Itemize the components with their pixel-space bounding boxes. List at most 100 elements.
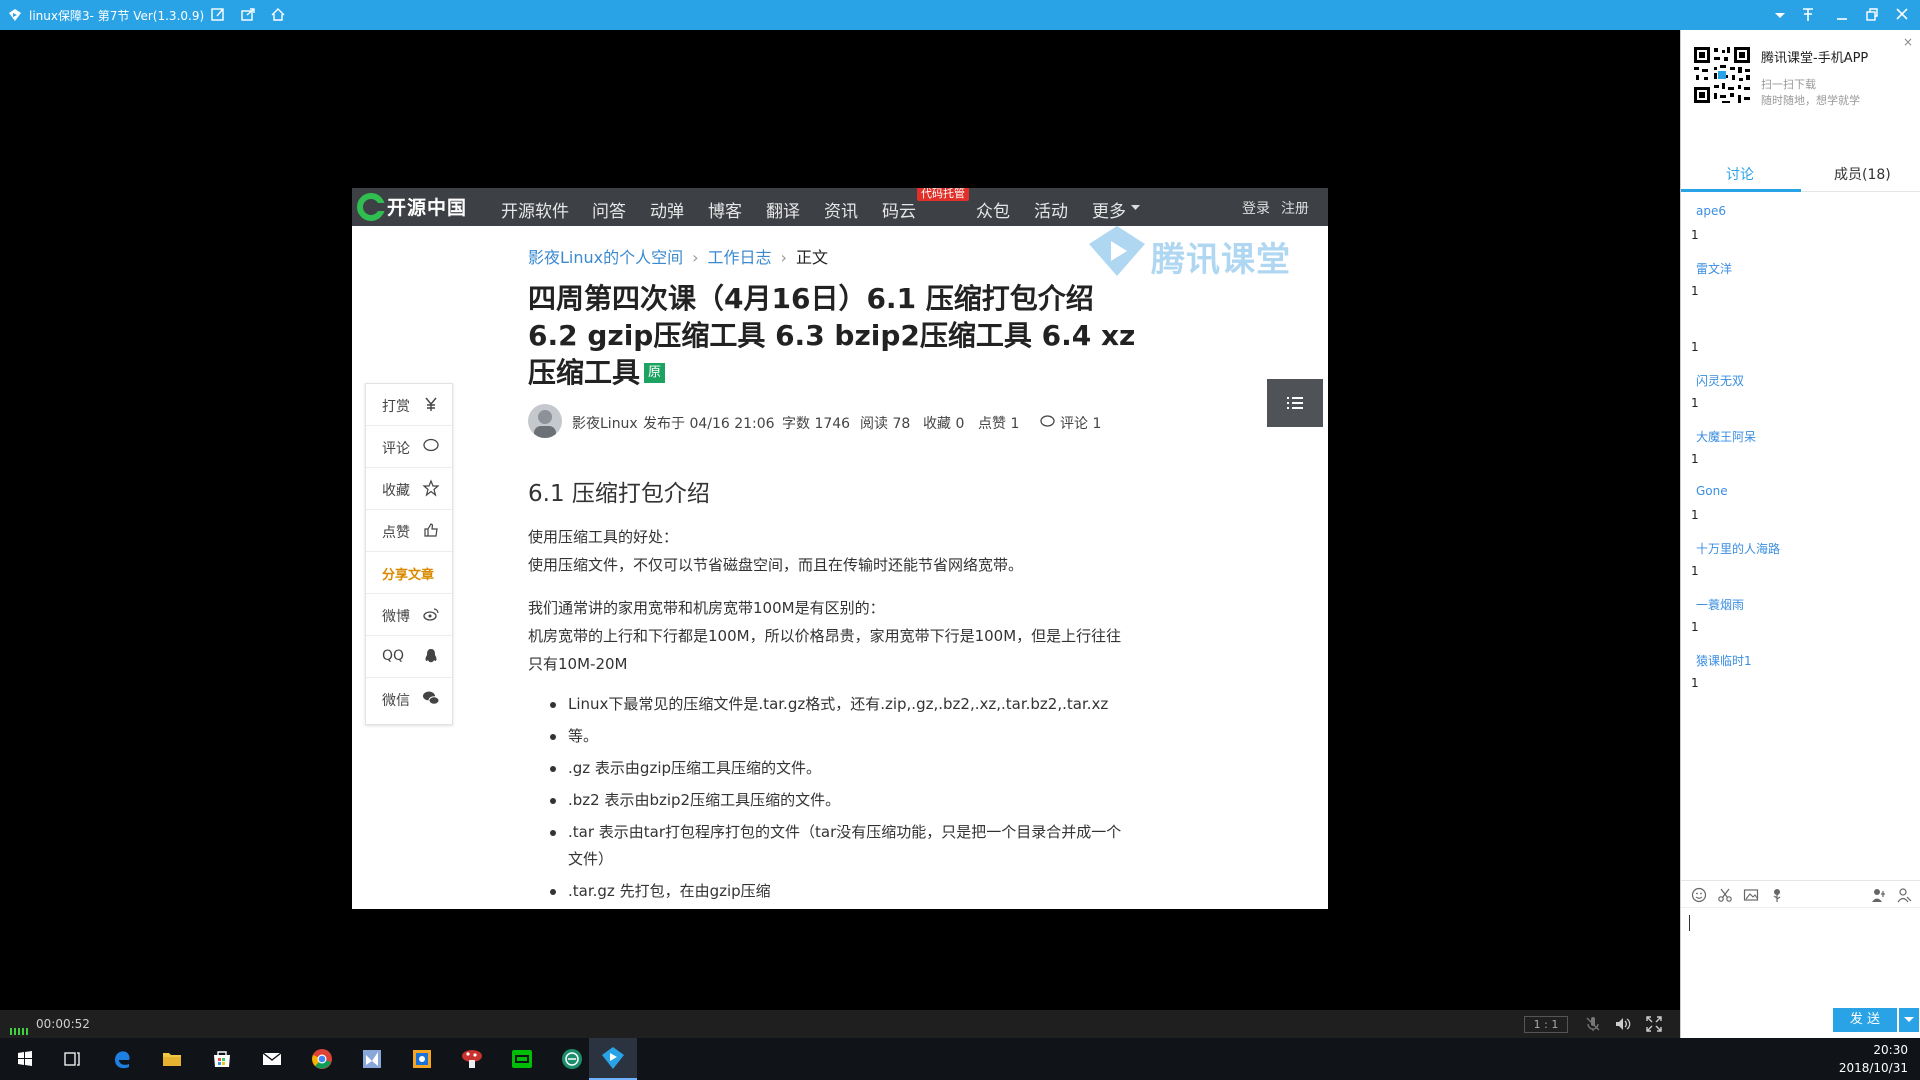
nav-item[interactable]: 动弹 <box>650 197 684 222</box>
windows-start-icon[interactable] <box>10 1044 40 1074</box>
send-options-button[interactable] <box>1899 1008 1919 1032</box>
watermark: 腾讯课堂 <box>1087 224 1307 280</box>
app-icon[interactable] <box>557 1044 587 1074</box>
qq-label: QQ <box>382 648 405 664</box>
nav-item[interactable]: 众包 <box>976 197 1010 222</box>
nav-item[interactable]: 博客 <box>708 197 742 222</box>
tencent-classroom-icon <box>602 1047 624 1069</box>
site-brand[interactable]: 开源中国 <box>387 193 467 220</box>
emoji-icon[interactable] <box>1691 887 1707 903</box>
nav-item[interactable]: 问答 <box>592 197 626 222</box>
iqiyi-icon[interactable] <box>507 1044 537 1074</box>
share-icon[interactable] <box>239 6 257 24</box>
thumbs-up-icon <box>424 523 438 537</box>
microphone-muted-icon[interactable] <box>1584 1015 1602 1033</box>
avatar[interactable] <box>528 404 562 438</box>
scissors-icon[interactable] <box>1717 887 1733 903</box>
chat-message: 1 <box>1681 316 1920 372</box>
fullscreen-icon[interactable] <box>1645 1015 1663 1033</box>
nav-item[interactable]: 活动 <box>1034 197 1068 222</box>
qq-browser-icon[interactable] <box>407 1044 437 1074</box>
image-icon[interactable] <box>1743 887 1759 903</box>
comment-icon <box>1040 415 1055 427</box>
panel-tabs: 讨论 成员(18) <box>1681 126 1920 192</box>
app-promo-title[interactable]: 腾讯课堂-手机APP <box>1761 47 1868 66</box>
nav-item[interactable]: 翻译 <box>766 197 800 222</box>
home-icon[interactable] <box>269 6 287 24</box>
close-button[interactable] <box>1890 4 1914 26</box>
like-button[interactable]: 点赞 <box>366 510 454 552</box>
caret-down-icon <box>1904 1017 1914 1022</box>
video-area[interactable]: 开源中国 开源软件 问答 动弹 博客 翻译 资讯 码云 代码托管 众包 活动 更… <box>0 30 1680 1010</box>
tab-discussion[interactable]: 讨论 <box>1726 164 1754 184</box>
task-view-icon[interactable] <box>57 1044 87 1074</box>
breadcrumb-space[interactable]: 影夜Linux的个人空间 <box>528 248 683 267</box>
list-item: .bz2 表示由bzip2压缩工具压缩的文件。 <box>528 787 1128 814</box>
nav-item-more[interactable]: 更多 <box>1092 197 1126 222</box>
message-text: 1 <box>1691 508 1699 522</box>
nav-item[interactable]: 资讯 <box>824 197 858 222</box>
article-title-text: 四周第四次课（4月16日）6.1 压缩打包介绍 6.2 gzip压缩工具 6.3… <box>528 282 1136 389</box>
pin-icon[interactable] <box>1796 4 1820 26</box>
tencent-classroom-taskbar-button[interactable] <box>589 1038 637 1080</box>
paragraph-line: 使用压缩工具的好处： <box>528 528 679 546</box>
message-text: 1 <box>1691 228 1699 242</box>
comment-button[interactable]: 评论 <box>366 426 454 468</box>
star-icon <box>422 479 440 497</box>
edge-browser-icon[interactable] <box>107 1044 137 1074</box>
tip-button[interactable]: 打赏 <box>366 384 454 426</box>
message-sender[interactable]: ape6 <box>1696 204 1726 218</box>
weibo-icon <box>423 608 439 621</box>
clock-time: 20:30 <box>1873 1043 1908 1057</box>
caret-down-icon <box>1131 205 1140 210</box>
chat-message: Gone 1 <box>1681 484 1920 540</box>
visual-studio-icon[interactable] <box>357 1044 387 1074</box>
store-icon[interactable] <box>207 1044 237 1074</box>
mushroom-app-icon[interactable] <box>457 1044 487 1074</box>
chrome-icon[interactable] <box>307 1044 337 1074</box>
tab-members[interactable]: 成员(18) <box>1834 164 1891 184</box>
flower-icon[interactable] <box>1769 887 1785 903</box>
dropdown-icon[interactable] <box>1768 4 1792 26</box>
wechat-share-button[interactable]: 微信 <box>366 678 454 720</box>
message-text: 1 <box>1691 340 1699 354</box>
message-sender[interactable]: Gone <box>1696 484 1728 498</box>
table-of-contents-button[interactable] <box>1267 379 1323 427</box>
input-toolbar <box>1681 880 1920 908</box>
message-sender[interactable]: 一蓑烟雨 <box>1696 596 1744 613</box>
active-tab-indicator <box>1681 189 1801 192</box>
message-sender[interactable]: 大魔王阿呆 <box>1696 428 1756 445</box>
weibo-share-button[interactable]: 微博 <box>366 594 454 636</box>
window-title: linux保障3- 第7节 Ver(1.3.0.9) <box>29 9 205 23</box>
minimize-button[interactable] <box>1830 4 1854 26</box>
user-icon[interactable] <box>1896 887 1912 903</box>
chat-message: ape6 1 <box>1681 204 1920 260</box>
send-button[interactable]: 发 送 <box>1833 1008 1897 1032</box>
mail-icon[interactable] <box>257 1044 287 1074</box>
favorite-button[interactable]: 收藏 <box>366 468 454 510</box>
chat-message: 闪灵无双 1 <box>1681 372 1920 428</box>
message-sender[interactable]: 十万里的人海路 <box>1696 540 1780 557</box>
nav-item[interactable]: 开源软件 <box>501 197 569 222</box>
message-sender[interactable]: 闪灵无双 <box>1696 372 1744 389</box>
message-sender[interactable]: 猿课临时1 <box>1696 652 1752 669</box>
aspect-ratio-button[interactable]: 1 : 1 <box>1524 1016 1568 1033</box>
qq-share-button[interactable]: QQ <box>366 636 454 678</box>
raise-hand-icon[interactable] <box>1871 887 1887 903</box>
system-clock[interactable]: 20:30 2018/10/31 <box>1839 1041 1908 1077</box>
message-sender[interactable]: 雷文洋 <box>1696 260 1732 277</box>
login-link[interactable]: 登录 <box>1242 198 1270 218</box>
edit-icon[interactable] <box>209 6 227 24</box>
comment-count[interactable]: 评论 1 <box>1060 413 1101 433</box>
tencent-classroom-logo-icon <box>1089 226 1145 276</box>
wechat-label: 微信 <box>382 693 410 709</box>
restore-button[interactable] <box>1860 4 1884 26</box>
file-explorer-icon[interactable] <box>157 1044 187 1074</box>
close-promo-icon[interactable]: × <box>1903 35 1913 49</box>
speaker-icon[interactable] <box>1614 1015 1632 1033</box>
author-name[interactable]: 影夜Linux <box>572 413 638 433</box>
breadcrumb-category[interactable]: 工作日志 <box>708 248 772 267</box>
register-link[interactable]: 注册 <box>1281 198 1309 218</box>
list-item: 等。 <box>528 723 1128 750</box>
nav-item[interactable]: 码云 <box>882 197 916 222</box>
